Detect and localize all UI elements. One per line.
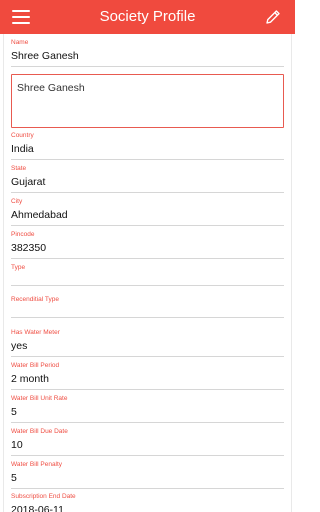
type-label: Type: [11, 264, 26, 271]
page-title: Society Profile: [99, 8, 196, 25]
state-underline: [11, 192, 284, 193]
water-bill-penalty-value: 5: [11, 472, 17, 484]
water-bill-period-value: 2 month: [11, 373, 49, 385]
society-profile-screen: Society Profile Name Shree Ganesh Shree …: [0, 0, 295, 512]
pincode-value: 382350: [11, 242, 47, 254]
subscription-end-date-label: Subscription End Date: [11, 493, 76, 500]
state-value: Gujarat: [11, 176, 46, 188]
has-water-meter-label: Has Water Meter: [11, 329, 60, 336]
state-label: State: [11, 165, 27, 172]
water-bill-unit-rate-field[interactable]: Water Bill Unit Rate 5: [11, 395, 284, 423]
city-field[interactable]: City Ahmedabad: [11, 198, 284, 226]
pincode-field[interactable]: Pincode 382350: [11, 231, 284, 259]
recenditial-type-label: Recenditial Type: [11, 296, 59, 303]
city-underline: [11, 225, 284, 226]
city-value: Ahmedabad: [11, 209, 68, 221]
has-water-meter-underline: [11, 356, 284, 357]
water-bill-unit-rate-underline: [11, 422, 284, 423]
water-bill-unit-rate-value: 5: [11, 406, 17, 418]
state-field[interactable]: State Gujarat: [11, 165, 284, 193]
has-water-meter-field[interactable]: Has Water Meter yes: [11, 329, 284, 357]
water-bill-due-date-field[interactable]: Water Bill Due Date 10: [11, 428, 284, 456]
country-underline: [11, 159, 284, 160]
water-bill-due-date-underline: [11, 455, 284, 456]
address-textarea[interactable]: Shree Ganesh: [11, 74, 284, 128]
water-bill-period-underline: [11, 389, 284, 390]
type-field[interactable]: Type: [11, 264, 284, 286]
pencil-edit-icon[interactable]: [264, 8, 282, 26]
city-label: City: [11, 198, 23, 205]
water-bill-due-date-value: 10: [11, 439, 23, 451]
recenditial-type-underline: [11, 317, 284, 318]
name-field[interactable]: Name Shree Ganesh: [11, 39, 284, 67]
water-bill-penalty-label: Water Bill Penalty: [11, 461, 63, 468]
subscription-end-date-value: 2018-06-11: [11, 504, 64, 512]
water-bill-period-label: Water Bill Period: [11, 362, 60, 369]
profile-form: Name Shree Ganesh Shree Ganesh Country I…: [0, 34, 295, 512]
address-value: Shree Ganesh: [17, 82, 85, 94]
water-bill-unit-rate-label: Water Bill Unit Rate: [11, 395, 68, 402]
pincode-underline: [11, 258, 284, 259]
pincode-label: Pincode: [11, 231, 35, 238]
type-underline: [11, 285, 284, 286]
water-bill-due-date-label: Water Bill Due Date: [11, 428, 68, 435]
recenditial-type-field[interactable]: Recenditial Type: [11, 296, 284, 318]
country-field[interactable]: Country India: [11, 132, 284, 160]
country-value: India: [11, 143, 34, 155]
name-underline: [11, 66, 284, 67]
water-bill-penalty-field[interactable]: Water Bill Penalty 5: [11, 461, 284, 489]
has-water-meter-value: yes: [11, 340, 28, 352]
water-bill-period-field[interactable]: Water Bill Period 2 month: [11, 362, 284, 390]
country-label: Country: [11, 132, 34, 139]
name-label: Name: [11, 39, 29, 46]
subscription-end-date-field[interactable]: Subscription End Date 2018-06-11: [11, 493, 284, 512]
name-value: Shree Ganesh: [11, 50, 79, 62]
app-bar: Society Profile: [0, 0, 295, 34]
water-bill-penalty-underline: [11, 488, 284, 489]
